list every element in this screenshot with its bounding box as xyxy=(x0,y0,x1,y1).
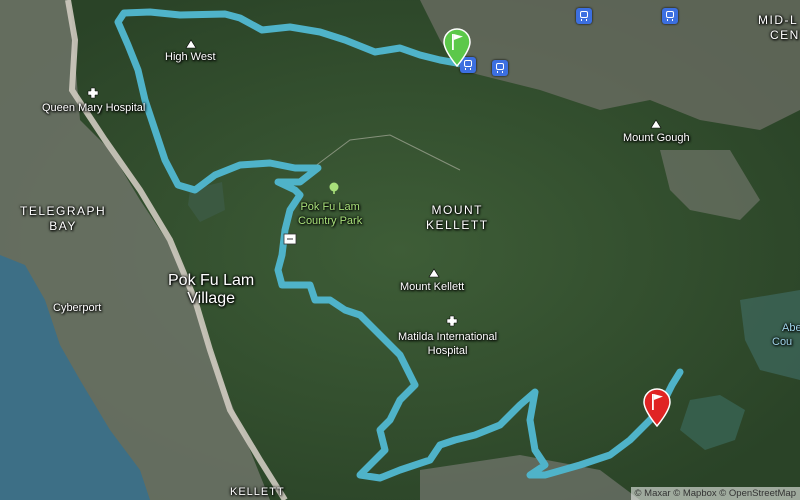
bus-icon[interactable] xyxy=(576,8,592,24)
label-mount-kellett-area-line2: KELLETT xyxy=(426,218,489,232)
white-square-marker-icon xyxy=(283,233,297,245)
red-flag-marker-icon[interactable] xyxy=(641,387,673,427)
label-queen-mary-hospital: Queen Mary Hospital xyxy=(42,102,146,114)
label-aberdeen-country-park: Abe Cou xyxy=(772,321,800,349)
label-country-park: Pok Fu Lam Country Park xyxy=(298,200,362,228)
hospital-cross-icon xyxy=(446,315,458,327)
label-mid-levels-line1: MID-L xyxy=(758,13,799,27)
label-country-park-line2: Country Park xyxy=(298,215,363,227)
label-aberdeen-line1: Abe xyxy=(782,322,800,334)
green-flag-marker-icon[interactable] xyxy=(441,27,473,67)
label-telegraph-bay-line1: TELEGRAPH xyxy=(20,204,107,218)
label-mount-kellett-area: MOUNT KELLETT xyxy=(426,203,489,233)
label-matilda-hospital-line1: Matilda International xyxy=(398,331,498,343)
bus-icon[interactable] xyxy=(492,60,508,76)
label-mount-kellett-area-line1: MOUNT xyxy=(431,203,484,217)
satellite-map[interactable] xyxy=(0,0,800,500)
label-country-park-line1: Pok Fu Lam xyxy=(300,201,360,213)
label-telegraph-bay: TELEGRAPH BAY xyxy=(20,204,106,234)
label-high-west: High West xyxy=(165,51,216,63)
label-mount-gough: Mount Gough xyxy=(623,132,690,144)
label-pok-fu-lam-village: Pok Fu Lam Village xyxy=(168,272,254,308)
label-pok-fu-lam-village-line1: Pok Fu Lam xyxy=(168,272,255,289)
label-pok-fu-lam-village-line2: Village xyxy=(187,290,235,307)
label-matilda-hospital-line2: Hospital xyxy=(427,345,468,357)
label-matilda-hospital: Matilda International Hospital xyxy=(398,330,497,358)
map-attribution[interactable]: © Maxar © Mapbox © OpenStreetMap xyxy=(630,487,800,500)
hospital-cross-icon xyxy=(87,87,99,99)
mountain-peak-icon xyxy=(428,268,440,278)
label-mount-kellett-peak: Mount Kellett xyxy=(400,281,465,293)
bus-icon[interactable] xyxy=(662,8,678,24)
label-telegraph-bay-line2: BAY xyxy=(49,219,77,233)
label-aberdeen-line2: Cou xyxy=(772,336,793,348)
label-cyberport: Cyberport xyxy=(53,302,102,314)
label-mid-levels-line2: CENT xyxy=(770,28,800,42)
mountain-peak-icon xyxy=(185,39,197,49)
mountain-peak-icon xyxy=(650,119,662,129)
label-mid-levels: MID-L CENT xyxy=(758,13,800,43)
label-kellett-bottom: KELLETT xyxy=(230,486,285,498)
tree-icon xyxy=(329,182,339,194)
